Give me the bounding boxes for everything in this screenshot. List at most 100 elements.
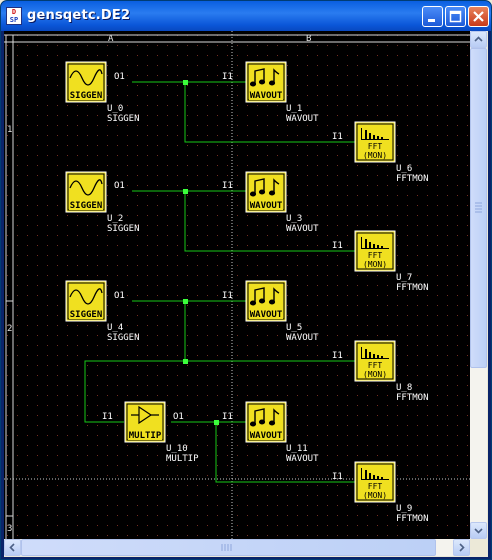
block-id: U_0 (107, 104, 123, 114)
block-type: SIGGEN (107, 333, 140, 343)
block-icon-label: WAVOUT (250, 201, 283, 211)
junction-dot (183, 359, 188, 364)
row-label-3: 3 (7, 524, 12, 534)
window-title: gensqetc.DE2 (27, 8, 131, 23)
block-id: U_4 (107, 323, 123, 333)
block-siggen[interactable]: SIGGEN (65, 171, 107, 213)
port-label: I1 (102, 412, 113, 422)
port-label: I1 (222, 291, 233, 301)
block-type: SIGGEN (107, 224, 140, 234)
minimize-button[interactable] (422, 6, 443, 27)
application-window: D SP gensqetc.DE2 A B 1 2 3 SIGGEN O1 U_… (0, 0, 492, 560)
block-id: U_3 (286, 214, 302, 224)
port-label: I1 (222, 412, 233, 422)
block-icon-label: WAVOUT (250, 310, 283, 320)
junction-dot (183, 299, 188, 304)
block-id: U_11 (286, 444, 308, 454)
horizontal-scrollbar[interactable] (4, 539, 470, 556)
block-icon-label: FFT (368, 482, 383, 491)
close-button[interactable] (468, 6, 489, 27)
block-type: WAVOUT (286, 114, 319, 124)
block-siggen[interactable]: SIGGEN (65, 61, 107, 103)
block-icon-label: SIGGEN (70, 91, 103, 101)
port-label: O1 (114, 72, 125, 82)
block-fftmon[interactable]: FFT (MON) (354, 230, 396, 272)
block-type: FFTMON (396, 283, 429, 293)
block-id: U_2 (107, 214, 123, 224)
horizontal-scroll-thumb[interactable] (21, 539, 436, 556)
block-icon-label: SIGGEN (70, 201, 103, 211)
block-icon-sublabel: (MON) (363, 260, 387, 269)
grip-icon (475, 202, 482, 213)
scroll-right-button[interactable] (453, 539, 470, 556)
block-type: FFTMON (396, 393, 429, 403)
block-icon-label: MULTIP (129, 431, 162, 441)
app-icon[interactable]: D SP (6, 7, 22, 25)
port-label: I1 (222, 72, 233, 82)
block-icon-label: WAVOUT (250, 91, 283, 101)
port-label: I1 (332, 472, 343, 482)
block-id: U_1 (286, 104, 302, 114)
scroll-up-button[interactable] (470, 31, 487, 48)
port-label: I1 (332, 241, 343, 251)
junction-dot (183, 189, 188, 194)
port-label: O1 (114, 291, 125, 301)
block-type: FFTMON (396, 174, 429, 184)
block-id: U_10 (166, 444, 188, 454)
scroll-left-button[interactable] (4, 539, 21, 556)
block-type: WAVOUT (286, 224, 319, 234)
block-id: U_6 (396, 164, 412, 174)
close-icon (473, 11, 484, 22)
maximize-icon (449, 10, 462, 23)
column-label-b: B (306, 34, 311, 44)
client-area: A B 1 2 3 SIGGEN O1 U_0 SIGGEN WAVOUT I1… (4, 31, 488, 557)
block-icon-sublabel: (MON) (363, 151, 387, 160)
grip-icon (221, 544, 232, 551)
block-icon-sublabel: (MON) (363, 491, 387, 500)
arrow-down-icon (474, 528, 483, 534)
minimize-icon (428, 19, 435, 22)
block-siggen[interactable]: SIGGEN (65, 280, 107, 322)
maximize-button[interactable] (445, 6, 466, 27)
block-fftmon[interactable]: FFT (MON) (354, 340, 396, 382)
port-label: I1 (222, 181, 233, 191)
arrow-left-icon (9, 543, 15, 552)
block-icon-label: FFT (368, 142, 383, 151)
row-label-1: 1 (7, 125, 12, 135)
app-icon-bottom: SP (9, 16, 19, 24)
port-label: O1 (173, 412, 184, 422)
block-id: U_5 (286, 323, 302, 333)
block-type: WAVOUT (286, 333, 319, 343)
block-fftmon[interactable]: FFT (MON) (354, 121, 396, 163)
block-fftmon[interactable]: FFT (MON) (354, 461, 396, 503)
schematic-svg: A B 1 2 3 SIGGEN O1 U_0 SIGGEN WAVOUT I1… (4, 31, 470, 539)
block-type: WAVOUT (286, 454, 319, 464)
port-label: O1 (114, 181, 125, 191)
block-type: MULTIP (166, 454, 199, 464)
vertical-scrollbar[interactable] (470, 31, 487, 539)
block-type: FFTMON (396, 514, 429, 524)
arrow-up-icon (474, 36, 483, 42)
block-icon-sublabel: (MON) (363, 370, 387, 379)
block-icon-label: WAVOUT (250, 431, 283, 441)
block-id: U_7 (396, 273, 412, 283)
port-label: I1 (332, 351, 343, 361)
vertical-scroll-thumb[interactable] (470, 48, 487, 368)
scroll-down-button[interactable] (470, 522, 487, 539)
title-bar[interactable]: D SP gensqetc.DE2 (1, 1, 491, 31)
junction-dot (183, 80, 188, 85)
port-label: I1 (332, 132, 343, 142)
block-icon-label: FFT (368, 361, 383, 370)
column-label-a: A (108, 34, 114, 44)
block-id: U_9 (396, 504, 412, 514)
block-wavout[interactable]: WAVOUT (245, 280, 287, 322)
block-id: U_8 (396, 383, 412, 393)
app-icon-top: D (11, 8, 17, 16)
schematic-canvas[interactable]: A B 1 2 3 SIGGEN O1 U_0 SIGGEN WAVOUT I1… (4, 31, 470, 539)
block-multip[interactable]: MULTIP (124, 401, 166, 443)
size-grip[interactable] (470, 539, 487, 556)
block-wavout[interactable]: WAVOUT (245, 171, 287, 213)
block-wavout[interactable]: WAVOUT (245, 61, 287, 103)
block-wavout[interactable]: WAVOUT (245, 401, 287, 443)
arrow-right-icon (459, 543, 465, 552)
